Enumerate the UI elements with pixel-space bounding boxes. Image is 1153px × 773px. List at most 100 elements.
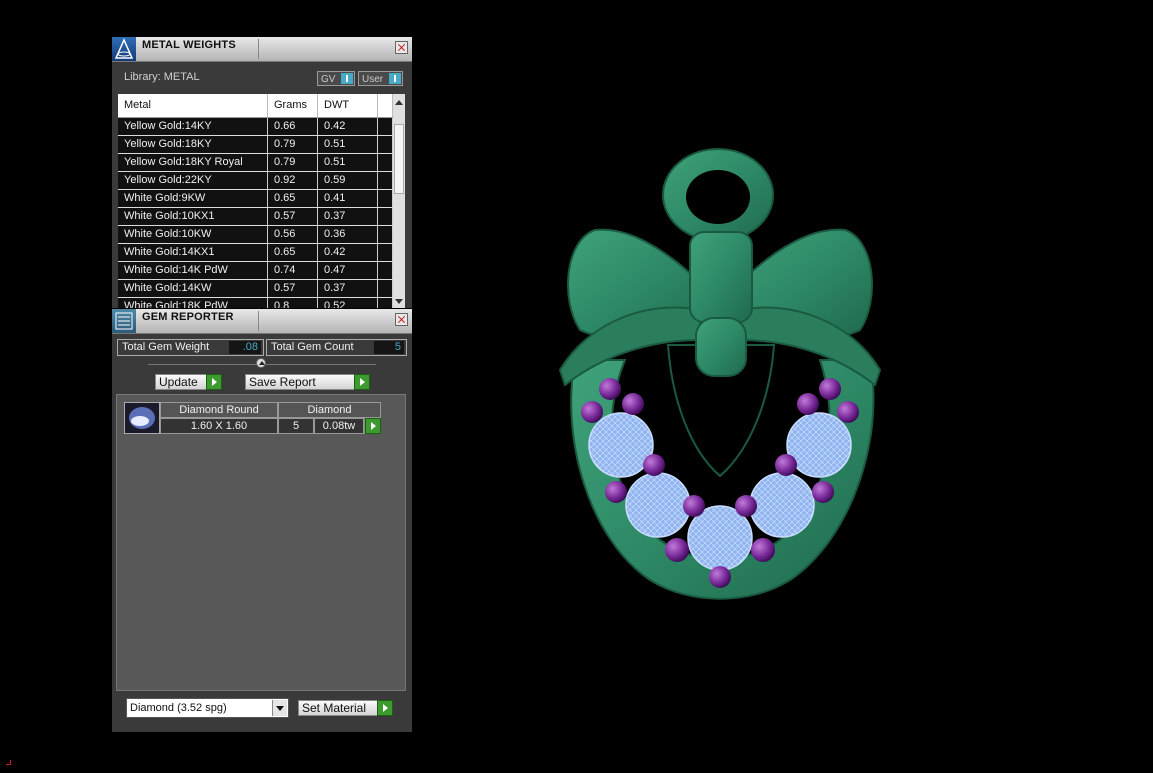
column-header-grams[interactable]: Grams (268, 94, 318, 117)
total-gem-count-value: 5 (374, 341, 404, 354)
metal-table-body: Yellow Gold:14KY 0.66 0.42 Yellow Gold:18KY… (118, 118, 393, 308)
spacer-cell (378, 172, 393, 189)
table-row[interactable]: White Gold:10KX1 0.57 0.37 (118, 208, 393, 226)
table-row[interactable]: White Gold:14K PdW 0.74 0.47 (118, 262, 393, 280)
corner-marker (6, 760, 11, 765)
metal-name-cell: Yellow Gold:18KY Royal (118, 154, 268, 171)
dwt-cell: 0.59 (318, 172, 378, 189)
grams-cell: 0.8 (268, 298, 318, 308)
library-row: Library: METAL GV User (112, 62, 412, 92)
scroll-down-icon[interactable] (395, 299, 403, 304)
gem-count: 5 (278, 418, 314, 434)
spacer-cell (378, 208, 393, 225)
gem-list: Diamond Round Diamond 1.60 X 1.60 5 0.08… (116, 394, 406, 691)
grams-cell: 0.79 (268, 154, 318, 171)
chevron-down-icon[interactable] (272, 700, 287, 716)
metal-name-cell: Yellow Gold:22KY (118, 172, 268, 189)
gem-weight: 0.08tw (314, 418, 364, 434)
grams-cell: 0.79 (268, 136, 318, 153)
set-material-button[interactable]: Set Material (298, 700, 393, 716)
scroll-thumb[interactable] (394, 124, 404, 194)
title-separator (258, 39, 259, 59)
diamond-round-icon[interactable] (124, 402, 160, 434)
dwt-cell: 0.41 (318, 190, 378, 207)
dwt-cell: 0.37 (318, 208, 378, 225)
update-button-label: Update (159, 375, 198, 389)
table-row[interactable]: Yellow Gold:22KY 0.92 0.59 (118, 172, 393, 190)
gem-reporter-panel: GEM REPORTER Total Gem Weight .08 Total … (112, 309, 412, 732)
info-icon (341, 73, 353, 84)
user-toggle[interactable]: User (358, 71, 403, 86)
gem-reporter-icon (112, 309, 136, 333)
table-row[interactable]: Yellow Gold:14KY 0.66 0.42 (118, 118, 393, 136)
gv-toggle-label: GV (321, 74, 336, 85)
table-row[interactable]: White Gold:14KW 0.57 0.37 (118, 280, 393, 298)
gem-size: 1.60 X 1.60 (160, 418, 278, 434)
play-arrow-icon (377, 700, 393, 716)
play-arrow-icon (354, 374, 370, 390)
metal-name-cell: White Gold:14K PdW (118, 262, 268, 279)
save-report-button[interactable]: Save Report (245, 374, 370, 390)
spacer-cell (378, 190, 393, 207)
user-toggle-label: User (362, 74, 384, 85)
total-gem-count-label: Total Gem Count (271, 341, 354, 353)
dwt-cell: 0.42 (318, 118, 378, 135)
spacer-cell (378, 118, 393, 135)
total-gem-weight: Total Gem Weight .08 (117, 339, 264, 356)
grams-cell: 0.57 (268, 280, 318, 297)
dwt-cell: 0.51 (318, 154, 378, 171)
metal-table-scrollbar[interactable] (393, 94, 405, 308)
table-row[interactable]: Yellow Gold:18KY Royal 0.79 0.51 (118, 154, 393, 172)
scroll-up-icon[interactable] (395, 100, 403, 105)
play-arrow-icon (206, 374, 222, 390)
table-row[interactable]: White Gold:10KW 0.56 0.36 (118, 226, 393, 244)
column-header-metal[interactable]: Metal (118, 94, 268, 117)
grams-cell: 0.57 (268, 208, 318, 225)
gv-toggle[interactable]: GV (317, 71, 355, 86)
gem-reporter-title: GEM REPORTER (142, 311, 234, 323)
total-gem-weight-value: .08 (229, 341, 261, 354)
dwt-cell: 0.37 (318, 280, 378, 297)
table-row[interactable]: White Gold:14KX1 0.65 0.42 (118, 244, 393, 262)
column-header-dwt[interactable]: DWT (318, 94, 378, 117)
set-material-button-label: Set Material (302, 701, 367, 715)
material-select[interactable]: Diamond (3.52 spg) (126, 698, 289, 718)
metal-name-cell: Yellow Gold:18KY (118, 136, 268, 153)
metal-name-cell: White Gold:10KX1 (118, 208, 268, 225)
grams-cell: 0.74 (268, 262, 318, 279)
update-button[interactable]: Update (155, 374, 222, 390)
grams-cell: 0.65 (268, 190, 318, 207)
total-gem-count: Total Gem Count 5 (266, 339, 407, 356)
metal-weights-title: METAL WEIGHTS (142, 39, 236, 51)
metal-name-cell: Yellow Gold:14KY (118, 118, 268, 135)
close-icon[interactable] (395, 41, 408, 54)
grams-cell: 0.92 (268, 172, 318, 189)
dwt-cell: 0.36 (318, 226, 378, 243)
collapse-arrow-icon[interactable] (256, 358, 266, 368)
table-row[interactable]: White Gold:9KW 0.65 0.41 (118, 190, 393, 208)
gem-details-button[interactable] (364, 418, 381, 434)
metal-weights-panel: METAL WEIGHTS Library: METAL GV User Met… (112, 37, 412, 308)
dwt-cell: 0.47 (318, 262, 378, 279)
library-label: Library: METAL (124, 71, 200, 83)
metal-weights-titlebar[interactable]: METAL WEIGHTS (112, 37, 412, 62)
grams-cell: 0.56 (268, 226, 318, 243)
total-gem-weight-label: Total Gem Weight (122, 341, 210, 353)
metal-table: Metal Grams DWT Yellow Gold:14KY 0.66 0.42… (118, 94, 393, 308)
gem-reporter-titlebar[interactable]: GEM REPORTER (112, 309, 412, 334)
spacer-cell (378, 280, 393, 297)
spacer-cell (378, 136, 393, 153)
metal-name-cell: White Gold:14KW (118, 280, 268, 297)
save-report-button-label: Save Report (249, 375, 316, 389)
dwt-cell: 0.52 (318, 298, 378, 308)
metal-name-cell: White Gold:18K PdW (118, 298, 268, 308)
close-icon[interactable] (395, 313, 408, 326)
spacer-cell (378, 154, 393, 171)
grams-cell: 0.65 (268, 244, 318, 261)
grams-cell: 0.66 (268, 118, 318, 135)
gem-material: Diamond (278, 402, 381, 418)
material-select-value: Diamond (3.52 spg) (130, 702, 227, 714)
table-row[interactable]: Yellow Gold:18KY 0.79 0.51 (118, 136, 393, 154)
table-row[interactable]: White Gold:18K PdW 0.8 0.52 (118, 298, 393, 308)
column-header-spacer (378, 94, 393, 117)
